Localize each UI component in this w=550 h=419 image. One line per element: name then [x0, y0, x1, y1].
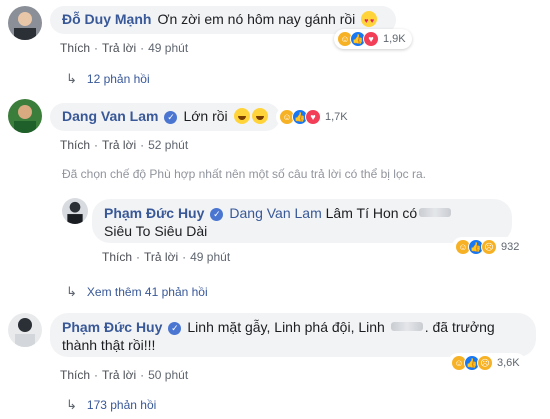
redacted-text — [419, 208, 452, 217]
reaction-summary[interactable]: ☺ 👍 ♥ 1,9K — [334, 29, 412, 49]
comment-actions: Thích · Trả lời · 49 phút — [102, 250, 231, 264]
comment-text: Linh mặt gẫy, Linh phá đội, Linh — [187, 319, 385, 335]
comment-author[interactable]: Phạm Đức Huy — [62, 319, 162, 335]
timestamp[interactable]: 49 phút — [190, 250, 230, 264]
timestamp[interactable]: 49 phút — [148, 41, 188, 55]
comment-author[interactable]: Dang Van Lam — [62, 108, 158, 124]
like-link[interactable]: Thích — [60, 138, 90, 152]
comment-actions: Thích · Trả lời · 50 phút — [60, 368, 189, 382]
timestamp[interactable]: 52 phút — [148, 138, 188, 152]
view-replies-label[interactable]: 173 phản hồi — [87, 398, 156, 412]
view-replies-label[interactable]: 12 phản hồi — [87, 72, 150, 86]
love-reaction-icon: ♥ — [305, 109, 321, 125]
avatar[interactable] — [62, 198, 88, 224]
timestamp[interactable]: 50 phút — [148, 368, 188, 382]
comment-actions: Thích · Trả lời · 49 phút — [60, 41, 189, 55]
like-link[interactable]: Thích — [60, 41, 90, 55]
heart-eyes-emoji-icon — [361, 11, 378, 31]
view-more-replies-label[interactable]: Xem thêm 41 phản hồi — [87, 285, 208, 299]
avatar[interactable] — [8, 99, 42, 133]
comment-bubble: Phạm Đức Huy ✓ Linh mặt gẫy, Linh phá đội,… — [50, 313, 536, 357]
comment-text-line2: thành thật rồi!!! — [62, 337, 156, 353]
comment-author[interactable]: Đỗ Duy Mạnh — [62, 11, 151, 27]
redacted-text — [390, 322, 423, 331]
reaction-count: 1,9K — [383, 33, 406, 45]
comment-text: Lâm Tí Hon có — [325, 205, 418, 221]
sad-reaction-icon: ☹ — [477, 355, 493, 371]
sad-reaction-icon: ☹ — [481, 239, 497, 255]
reply-arrow-icon: ↳ — [66, 71, 77, 86]
reply-link[interactable]: Trả lời — [102, 41, 136, 55]
comment-text: Ơn zời em nó hôm nay gánh rồi — [157, 11, 356, 27]
avatar[interactable] — [8, 6, 42, 40]
laughing-emoji-icon — [233, 108, 250, 124]
laughing-emoji-icon — [251, 108, 268, 124]
avatar[interactable] — [8, 313, 42, 347]
comment-text-line2: Siêu To Siêu Dài — [104, 223, 208, 239]
view-more-replies[interactable]: ↳ Xem thêm 41 phản hồi — [66, 284, 208, 300]
view-replies[interactable]: ↳ 173 phản hồi — [66, 397, 156, 413]
reply-link[interactable]: Trả lời — [102, 368, 136, 382]
view-replies[interactable]: ↳ 12 phản hồi — [66, 71, 150, 87]
like-link[interactable]: Thích — [102, 250, 132, 264]
comment-text: Lớn rồi — [183, 108, 228, 124]
reply-link[interactable]: Trả lời — [102, 138, 136, 152]
love-reaction-icon: ♥ — [363, 31, 379, 47]
reply-arrow-icon: ↳ — [66, 284, 77, 299]
comment-author[interactable]: Phạm Đức Huy — [104, 205, 204, 221]
reaction-count: 3,6K — [497, 357, 520, 369]
comment-bubble: Phạm Đức Huy ✓ Dang Van Lam Lâm Tí Hon có … — [92, 199, 512, 243]
reaction-summary[interactable]: ☺ 👍 ♥ 1,7K — [276, 107, 354, 127]
comment-actions: Thích · Trả lời · 52 phút — [60, 138, 189, 152]
mention-link[interactable]: Dang Van Lam — [229, 205, 321, 221]
reaction-count: 932 — [501, 241, 520, 253]
filter-notice: Đã chọn chế độ Phù hợp nhất nên một số c… — [62, 167, 426, 181]
like-link[interactable]: Thích — [60, 368, 90, 382]
comment-text-continued: . đã trưởng — [424, 319, 495, 335]
comment-bubble: Dang Van Lam ✓ Lớn rồi — [50, 103, 280, 131]
reaction-summary[interactable]: ☺ 👍 ☹ 932 — [452, 237, 526, 257]
verified-badge-icon: ✓ — [164, 111, 178, 124]
verified-badge-icon: ✓ — [210, 208, 224, 221]
reply-link[interactable]: Trả lời — [144, 250, 178, 264]
reaction-count: 1,7K — [325, 111, 348, 123]
verified-badge-icon: ✓ — [168, 322, 182, 335]
reply-arrow-icon: ↳ — [66, 397, 77, 412]
reaction-summary[interactable]: ☺ 👍 ☹ 3,6K — [448, 353, 526, 373]
